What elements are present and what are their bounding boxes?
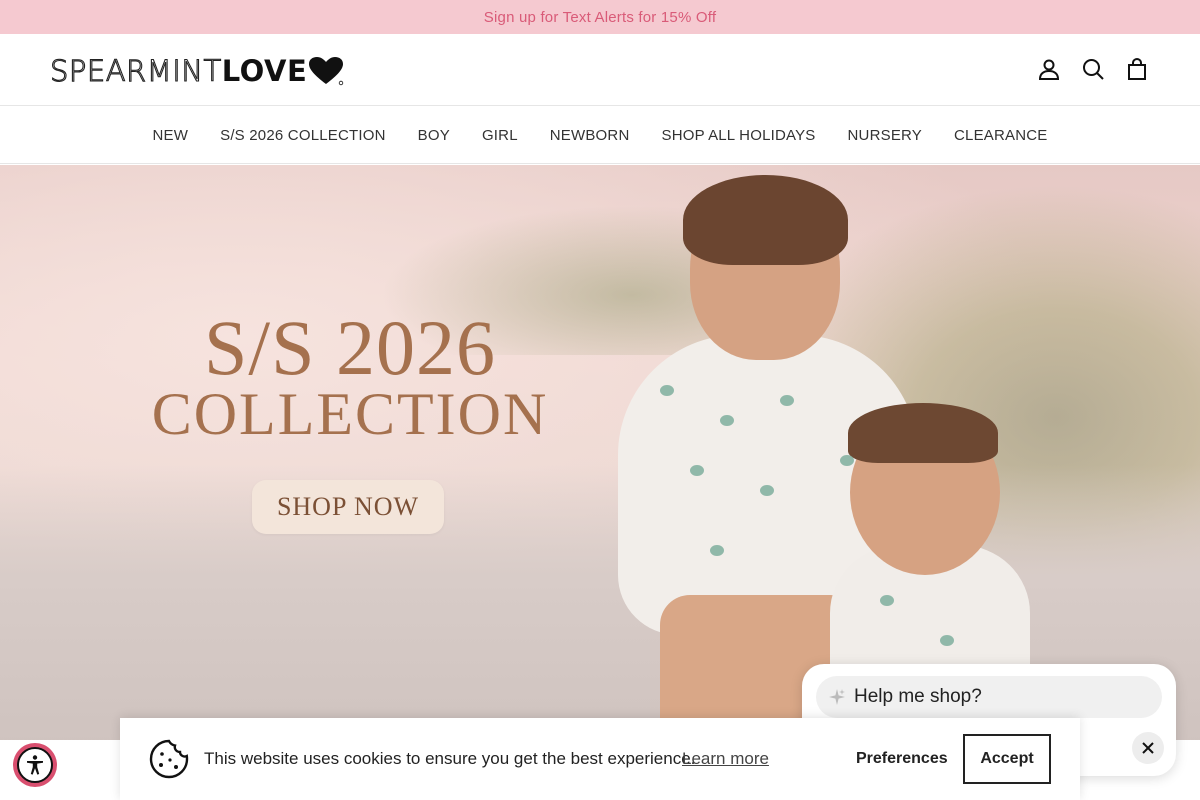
hero-banner[interactable]: S/S 2026 COLLECTION SHOP NOW xyxy=(0,165,1200,740)
turtle-print xyxy=(780,395,794,406)
search-icon[interactable] xyxy=(1080,56,1106,82)
cookie-banner: This website uses cookies to ensure you … xyxy=(120,718,1080,800)
logo[interactable]: SPEARMINT LOVE xyxy=(49,53,344,89)
header-icons xyxy=(1036,56,1150,82)
nav-item-clearance[interactable]: CLEARANCE xyxy=(938,127,1064,144)
logo-text-light: SPEARMINT xyxy=(49,53,222,88)
turtle-print xyxy=(720,415,734,426)
heart-icon xyxy=(309,57,344,86)
cart-icon[interactable] xyxy=(1124,56,1150,82)
cookie-accept-button[interactable]: Accept xyxy=(963,734,1051,784)
accessibility-button[interactable] xyxy=(13,743,57,787)
shop-now-button[interactable]: SHOP NOW xyxy=(252,480,444,534)
hero-photo-child-older-hair xyxy=(683,175,848,265)
cookie-preferences-button[interactable]: Preferences xyxy=(856,750,948,768)
cookie-message: This website uses cookies to ensure you … xyxy=(204,749,696,768)
main-nav: NEW S/S 2026 COLLECTION BOY GIRL NEWBORN… xyxy=(0,107,1200,164)
nav-item-girl[interactable]: GIRL xyxy=(466,127,534,144)
chat-prompt-button[interactable]: Help me shop? xyxy=(816,676,1162,718)
turtle-print xyxy=(840,455,854,466)
nav-item-boy[interactable]: BOY xyxy=(402,127,466,144)
nav-item-shop-all-holidays[interactable]: SHOP ALL HOLIDAYS xyxy=(645,127,831,144)
hero-title-line2: COLLECTION xyxy=(151,381,549,447)
nav-item-ss-2026-collection[interactable]: S/S 2026 COLLECTION xyxy=(204,127,402,144)
turtle-print xyxy=(880,595,894,606)
announcement-link[interactable]: Sign up for Text Alerts for 15% Off xyxy=(484,9,716,26)
logo-text-bold: LOVE xyxy=(221,54,308,88)
turtle-print xyxy=(940,635,954,646)
nav-item-newborn[interactable]: NEWBORN xyxy=(534,127,646,144)
account-icon[interactable] xyxy=(1036,56,1062,82)
learn-more-link[interactable]: Learn more xyxy=(682,749,769,769)
site-header: SPEARMINT LOVE xyxy=(0,34,1200,106)
turtle-print xyxy=(690,465,704,476)
accessibility-icon xyxy=(17,747,53,783)
hero-photo-child-baby-hair xyxy=(848,403,998,463)
close-icon xyxy=(1142,742,1154,754)
nav-item-new[interactable]: NEW xyxy=(137,127,205,144)
chat-prompt-label: Help me shop? xyxy=(854,686,982,707)
sparkle-icon xyxy=(829,689,845,705)
turtle-print xyxy=(760,485,774,496)
turtle-print xyxy=(660,385,674,396)
announcement-bar: Sign up for Text Alerts for 15% Off xyxy=(0,0,1200,34)
turtle-print xyxy=(710,545,724,556)
chat-close-button[interactable] xyxy=(1132,732,1164,764)
cookie-icon xyxy=(149,739,189,779)
nav-item-nursery[interactable]: NURSERY xyxy=(832,127,938,144)
